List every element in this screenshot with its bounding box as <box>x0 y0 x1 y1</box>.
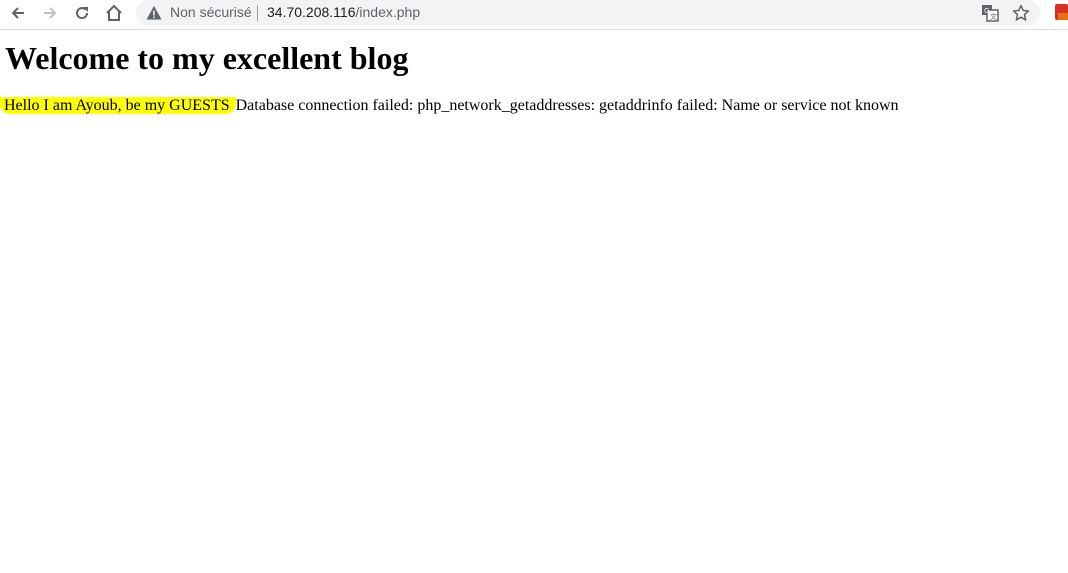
home-icon <box>106 4 122 21</box>
page-title: Welcome to my excellent blog <box>5 40 409 76</box>
address-divider <box>257 5 258 21</box>
security-status-label[interactable]: Non sécurisé <box>170 4 252 20</box>
url-text[interactable]: 34.70.208.116/index.php <box>267 4 420 20</box>
address-bar[interactable]: Non sécurisé 34.70.208.116/index.php G 文 <box>136 0 1040 26</box>
forward-arrow-icon <box>44 7 57 19</box>
svg-text:文: 文 <box>990 12 997 21</box>
reload-icon <box>76 7 89 20</box>
back-button[interactable] <box>4 1 32 25</box>
translate-icon[interactable]: G 文 <box>981 4 999 22</box>
greeting-highlight: Hello I am Ayoub, be my GUESTS <box>0 97 236 114</box>
extension-icon[interactable] <box>1055 4 1068 20</box>
svg-text:G: G <box>984 7 989 15</box>
url-path: /index.php <box>355 4 421 20</box>
forward-button[interactable] <box>36 1 64 25</box>
reload-button[interactable] <box>68 1 96 25</box>
url-host: 34.70.208.116 <box>267 4 356 20</box>
star-icon[interactable] <box>1012 4 1030 22</box>
warning-triangle-icon[interactable] <box>146 5 162 21</box>
database-error-message: Database connection failed: php_network_… <box>235 97 899 114</box>
home-button[interactable] <box>100 1 128 25</box>
page-content: Welcome to my excellent blog Hello I am … <box>0 31 1068 573</box>
page-body-text: Hello I am Ayoub, be my GUESTS Database c… <box>0 96 899 116</box>
back-arrow-icon <box>11 7 24 19</box>
browser-toolbar: Non sécurisé 34.70.208.116/index.php G 文 <box>0 0 1068 30</box>
